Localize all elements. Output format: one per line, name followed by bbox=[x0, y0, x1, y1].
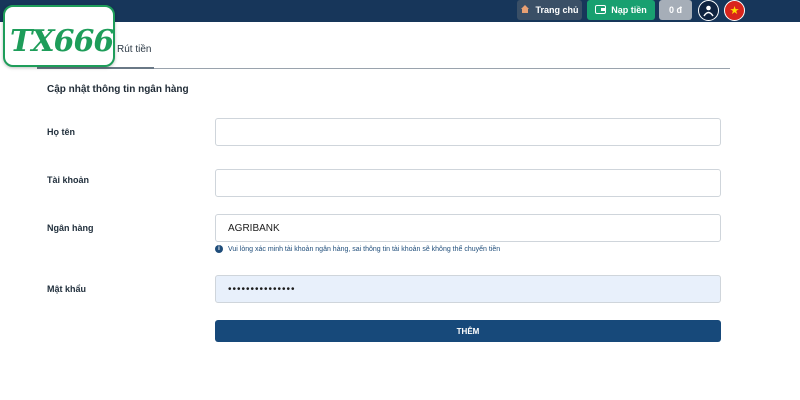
tab-bar: Rút tiền bbox=[37, 44, 730, 69]
deposit-button[interactable]: Nạp tiền bbox=[587, 0, 655, 20]
logo-text: TX666 bbox=[10, 24, 114, 59]
form-title: Cập nhật thông tin ngân hàng bbox=[47, 84, 189, 95]
vietnam-flag-icon[interactable]: ★ bbox=[724, 0, 745, 21]
password-label: Mật khẩu bbox=[47, 284, 87, 294]
password-field[interactable]: ••••••••••••••• bbox=[215, 275, 721, 303]
top-navbar: Trang chủ Nạp tiền 0 đ ★ bbox=[0, 0, 800, 22]
logo-frame: TX666 bbox=[10, 12, 114, 60]
account-field[interactable] bbox=[215, 169, 721, 197]
user-avatar-icon[interactable] bbox=[698, 0, 719, 21]
balance-value: 0 đ bbox=[668, 5, 682, 15]
deposit-button-label: Nạp tiền bbox=[611, 5, 647, 15]
site-logo[interactable]: TX666 bbox=[3, 5, 115, 67]
bank-hint: i Vui lòng xác minh tài khoản ngân hàng,… bbox=[215, 245, 500, 253]
wallet-icon bbox=[595, 4, 607, 16]
balance-badge[interactable]: 0 đ bbox=[659, 0, 692, 20]
add-button[interactable]: THÊM bbox=[215, 320, 721, 342]
bank-label: Ngân hàng bbox=[47, 223, 94, 233]
bank-select[interactable]: AGRIBANK bbox=[215, 214, 721, 242]
tab-withdraw[interactable]: Rút tiền bbox=[117, 44, 151, 69]
home-button-label: Trang chủ bbox=[535, 5, 579, 15]
bank-hint-text: Vui lòng xác minh tài khoản ngân hàng, s… bbox=[228, 245, 501, 253]
home-button[interactable]: Trang chủ bbox=[517, 0, 582, 20]
name-label: Họ tên bbox=[47, 127, 75, 137]
active-tab-indicator bbox=[37, 67, 154, 69]
name-field[interactable] bbox=[215, 118, 721, 146]
info-icon: i bbox=[215, 245, 223, 253]
house-icon bbox=[520, 4, 530, 16]
account-label: Tài khoản bbox=[47, 175, 90, 185]
